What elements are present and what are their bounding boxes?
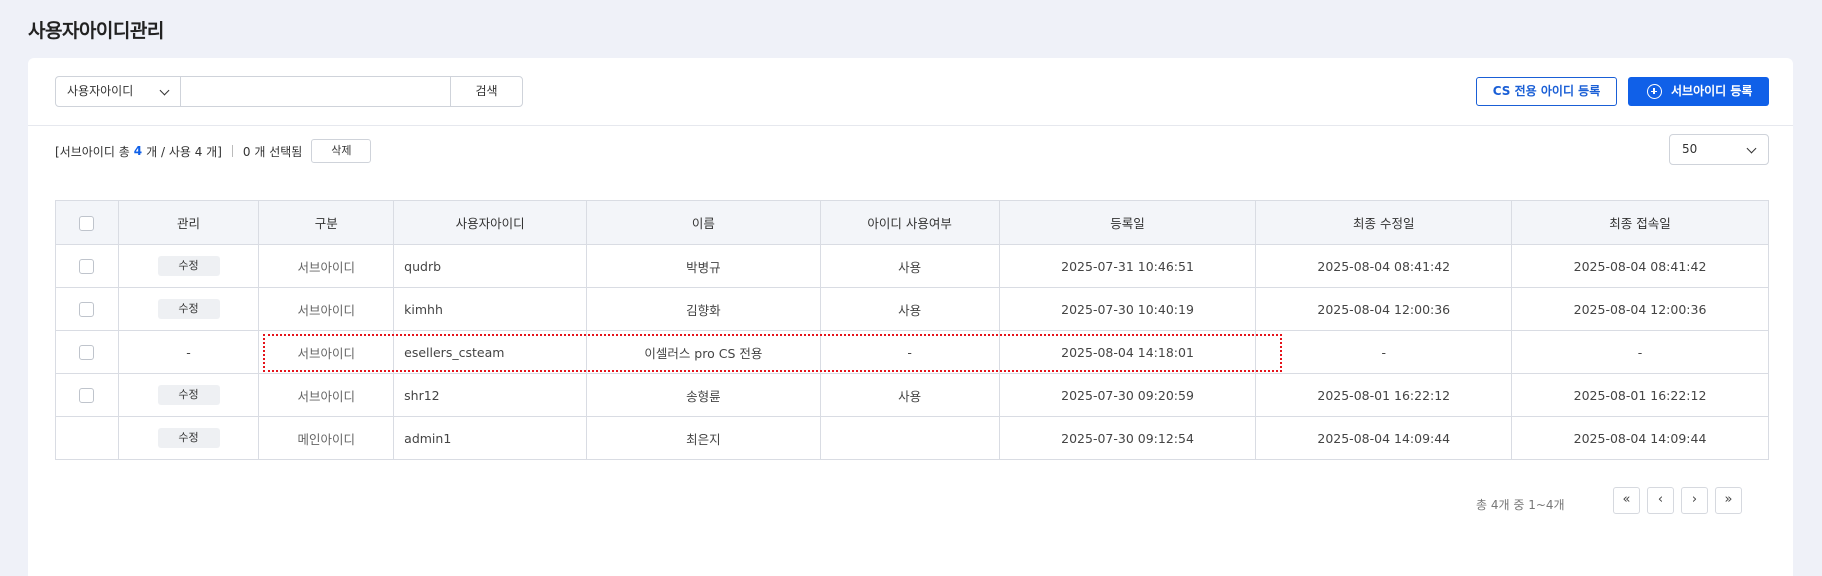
table-header-row: 관리 구분 사용자아이디 이름 아이디 사용여부 등록일 최종 수정일 최종 접… — [55, 200, 1769, 245]
checkbox-cell — [55, 330, 119, 374]
manage-cell: 수정 — [117, 287, 260, 331]
status-cell — [819, 416, 1000, 460]
divider — [231, 145, 233, 157]
select-all-checkbox[interactable] — [79, 215, 95, 231]
content-card: 사용자아이디 검색 CS 전용 아이디 등록 서브아이디 등록 [서브아이디 총… — [28, 58, 1793, 576]
accessed-date-cell: 2025-08-01 16:22:12 — [1511, 373, 1769, 417]
edit-button[interactable]: 수정 — [157, 428, 220, 448]
select-all-cell — [55, 200, 119, 245]
chevron-down-icon — [1746, 143, 1757, 154]
row-checkbox[interactable] — [79, 345, 95, 360]
selected-count: 0 개 선택됨 — [242, 144, 303, 159]
name-cell: 이셀러스 pro CS 전용 — [586, 330, 821, 374]
sub-id-register-button[interactable]: 서브아이디 등록 — [1628, 77, 1769, 106]
registered-date-cell: 2025-07-30 09:20:59 — [998, 373, 1257, 417]
modified-date-cell: 2025-08-01 16:22:12 — [1255, 373, 1513, 417]
column-header: 아이디 사용여부 — [819, 200, 1000, 245]
name-cell: 최은지 — [586, 416, 821, 460]
user-id-table: 관리 구분 사용자아이디 이름 아이디 사용여부 등록일 최종 수정일 최종 접… — [55, 200, 1769, 460]
type-cell: 서브아이디 — [258, 244, 395, 288]
page-size-value: 50 — [1682, 142, 1698, 156]
row-checkbox[interactable] — [79, 259, 95, 274]
manage-cell: 수정 — [117, 416, 260, 460]
type-cell: 서브아이디 — [258, 287, 395, 331]
edit-button[interactable]: 수정 — [157, 299, 220, 319]
type-cell: 서브아이디 — [258, 373, 395, 417]
status-cell: 사용 — [819, 287, 1000, 331]
last-page-button[interactable]: » — [1715, 487, 1742, 514]
manage-cell: 수정 — [117, 373, 260, 417]
manage-text: - — [186, 344, 191, 360]
next-page-button[interactable]: › — [1681, 487, 1708, 514]
modified-date-cell: 2025-08-04 12:00:36 — [1255, 287, 1513, 331]
user-id-cell: admin1 — [393, 416, 588, 460]
user-id-cell: esellers_csteam — [393, 330, 588, 374]
summary-middle: 개 / 사용 4 개] — [146, 144, 222, 159]
first-page-button[interactable]: « — [1613, 487, 1640, 514]
modified-date-cell: 2025-08-04 14:09:44 — [1255, 416, 1513, 460]
registered-date-cell: 2025-07-30 10:40:19 — [998, 287, 1257, 331]
column-header: 관리 — [117, 200, 260, 245]
column-header: 최종 접속일 — [1511, 200, 1769, 245]
search-bar: 사용자아이디 검색 CS 전용 아이디 등록 서브아이디 등록 — [28, 58, 1793, 126]
row-checkbox[interactable] — [79, 388, 95, 403]
status-cell: - — [819, 330, 1000, 374]
user-id-cell: shr12 — [393, 373, 588, 417]
checkbox-cell — [55, 244, 119, 288]
table-row: 수정 서브아이디 shr12 송형륜 사용 2025-07-30 09:20:59 2025… — [55, 373, 1769, 417]
column-header: 구분 — [258, 200, 395, 245]
summary-total: 4 — [133, 144, 143, 158]
cs-id-register-button[interactable]: CS 전용 아이디 등록 — [1476, 77, 1617, 106]
page-title: 사용자아이디관리 — [28, 20, 164, 42]
search-type-value: 사용자아이디 — [67, 84, 134, 98]
search-input[interactable] — [181, 76, 451, 107]
modified-date-cell: 2025-08-04 08:41:42 — [1255, 244, 1513, 288]
registered-date-cell: 2025-08-04 14:18:01 — [998, 330, 1257, 374]
delete-button[interactable]: 삭제 — [311, 139, 372, 163]
status-cell: 사용 — [819, 244, 1000, 288]
summary-prefix: [서브아이디 총 — [55, 144, 130, 159]
summary-bar: [서브아이디 총 4 개 / 사용 4 개] 0 개 선택됨 삭제 — [55, 139, 372, 163]
table-row: 수정 메인아이디 admin1 최은지 2025-07-30 09:12:54 2025-… — [55, 416, 1769, 460]
column-header: 최종 수정일 — [1255, 200, 1513, 245]
pagination-info: 총 4개 중 1~4개 — [1476, 498, 1565, 512]
user-id-cell: qudrb — [393, 244, 588, 288]
status-cell: 사용 — [819, 373, 1000, 417]
checkbox-cell — [55, 416, 119, 460]
accessed-date-cell: 2025-08-04 14:09:44 — [1511, 416, 1769, 460]
edit-button[interactable]: 수정 — [157, 385, 220, 405]
table-row: 수정 서브아이디 qudrb 박병규 사용 2025-07-31 10:46:51 2025… — [55, 244, 1769, 288]
registered-date-cell: 2025-07-31 10:46:51 — [998, 244, 1257, 288]
plus-circle-icon — [1647, 84, 1662, 99]
column-header: 사용자아이디 — [393, 200, 588, 245]
prev-page-button[interactable]: ‹ — [1647, 487, 1674, 514]
checkbox-cell — [55, 287, 119, 331]
table-row: 수정 서브아이디 kimhh 김향화 사용 2025-07-30 10:40:19 2025… — [55, 287, 1769, 331]
name-cell: 송형륜 — [586, 373, 821, 417]
column-header: 이름 — [586, 200, 821, 245]
accessed-date-cell: 2025-08-04 12:00:36 — [1511, 287, 1769, 331]
name-cell: 김향화 — [586, 287, 821, 331]
modified-date-cell: - — [1255, 330, 1513, 374]
column-header: 등록일 — [998, 200, 1257, 245]
search-button[interactable]: 검색 — [450, 76, 523, 107]
user-id-cell: kimhh — [393, 287, 588, 331]
name-cell: 박병규 — [586, 244, 821, 288]
sub-id-register-label: 서브아이디 등록 — [1671, 84, 1753, 98]
table-row: - 서브아이디 esellers_csteam 이셀러스 pro CS 전용 -2025… — [55, 330, 1769, 374]
registered-date-cell: 2025-07-30 09:12:54 — [998, 416, 1257, 460]
type-cell: 메인아이디 — [258, 416, 395, 460]
search-type-select[interactable]: 사용자아이디 — [55, 76, 181, 107]
accessed-date-cell: - — [1511, 330, 1769, 374]
row-checkbox[interactable] — [79, 302, 95, 317]
manage-cell: 수정 — [117, 244, 260, 288]
manage-cell: - — [117, 330, 260, 374]
checkbox-cell — [55, 373, 119, 417]
chevron-down-icon — [159, 85, 170, 96]
page-size-select[interactable]: 50 — [1669, 134, 1769, 165]
type-cell: 서브아이디 — [258, 330, 395, 374]
accessed-date-cell: 2025-08-04 08:41:42 — [1511, 244, 1769, 288]
edit-button[interactable]: 수정 — [157, 256, 220, 276]
